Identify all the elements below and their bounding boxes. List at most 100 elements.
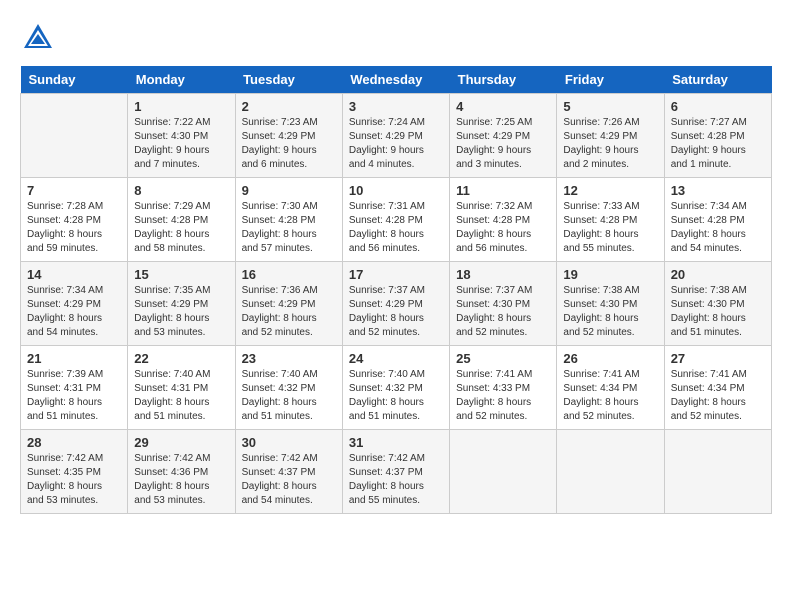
calendar-cell: 1 Sunrise: 7:22 AMSunset: 4:30 PMDaylight… xyxy=(128,94,235,178)
calendar-header: SundayMondayTuesdayWednesdayThursdayFrid… xyxy=(21,66,772,94)
day-info: Sunrise: 7:35 AMSunset: 4:29 PMDaylight:… xyxy=(134,284,228,340)
day-number: 19 xyxy=(563,267,657,282)
calendar-cell: 10 Sunrise: 7:31 AMSunset: 4:28 PMDayligh… xyxy=(342,178,449,262)
day-info: Sunrise: 7:41 AMSunset: 4:33 PMDaylight:… xyxy=(456,368,550,424)
column-header-monday: Monday xyxy=(128,66,235,94)
day-number: 15 xyxy=(134,267,228,282)
day-info: Sunrise: 7:38 AMSunset: 4:30 PMDaylight:… xyxy=(563,284,657,340)
day-info: Sunrise: 7:40 AMSunset: 4:32 PMDaylight:… xyxy=(242,368,336,424)
column-header-thursday: Thursday xyxy=(450,66,557,94)
day-info: Sunrise: 7:42 AMSunset: 4:35 PMDaylight:… xyxy=(27,452,121,508)
day-number: 6 xyxy=(671,99,765,114)
day-info: Sunrise: 7:38 AMSunset: 4:30 PMDaylight:… xyxy=(671,284,765,340)
calendar-cell: 25 Sunrise: 7:41 AMSunset: 4:33 PMDayligh… xyxy=(450,346,557,430)
calendar-cell: 30Sunrise: 7:42 AMSunset: 4:37 PMDayligh… xyxy=(235,430,342,514)
calendar-cell: 23 Sunrise: 7:40 AMSunset: 4:32 PMDayligh… xyxy=(235,346,342,430)
calendar-cell: 6 Sunrise: 7:27 AMSunset: 4:28 PMDaylight… xyxy=(664,94,771,178)
calendar-cell: 29 Sunrise: 7:42 AMSunset: 4:36 PMDayligh… xyxy=(128,430,235,514)
day-info: Sunrise: 7:26 AMSunset: 4:29 PMDaylight:… xyxy=(563,116,657,172)
day-number: 16 xyxy=(242,267,336,282)
day-info: Sunrise: 7:24 AMSunset: 4:29 PMDaylight:… xyxy=(349,116,443,172)
calendar-cell: 16 Sunrise: 7:36 AMSunset: 4:29 PMDayligh… xyxy=(235,262,342,346)
column-header-sunday: Sunday xyxy=(21,66,128,94)
week-row: 21Sunrise: 7:39 AMSunset: 4:31 PMDayligh… xyxy=(21,346,772,430)
week-row: 1 Sunrise: 7:22 AMSunset: 4:30 PMDaylight… xyxy=(21,94,772,178)
day-number: 29 xyxy=(134,435,228,450)
column-header-wednesday: Wednesday xyxy=(342,66,449,94)
calendar-cell: 27 Sunrise: 7:41 AMSunset: 4:34 PMDayligh… xyxy=(664,346,771,430)
calendar-table: SundayMondayTuesdayWednesdayThursdayFrid… xyxy=(20,66,772,514)
day-number: 9 xyxy=(242,183,336,198)
week-row: 14 Sunrise: 7:34 AMSunset: 4:29 PMDayligh… xyxy=(21,262,772,346)
day-number: 18 xyxy=(456,267,550,282)
calendar-cell: 17 Sunrise: 7:37 AMSunset: 4:29 PMDayligh… xyxy=(342,262,449,346)
day-info: Sunrise: 7:40 AMSunset: 4:32 PMDaylight:… xyxy=(349,368,443,424)
calendar-cell: 14 Sunrise: 7:34 AMSunset: 4:29 PMDayligh… xyxy=(21,262,128,346)
day-info: Sunrise: 7:37 AMSunset: 4:30 PMDaylight:… xyxy=(456,284,550,340)
day-info: Sunrise: 7:34 AMSunset: 4:28 PMDaylight:… xyxy=(671,200,765,256)
calendar-cell: 24 Sunrise: 7:40 AMSunset: 4:32 PMDayligh… xyxy=(342,346,449,430)
day-number: 10 xyxy=(349,183,443,198)
logo-icon xyxy=(20,20,56,56)
day-number: 26 xyxy=(563,351,657,366)
day-number: 27 xyxy=(671,351,765,366)
calendar-cell: 28 Sunrise: 7:42 AMSunset: 4:35 PMDayligh… xyxy=(21,430,128,514)
day-number: 24 xyxy=(349,351,443,366)
day-info: Sunrise: 7:31 AMSunset: 4:28 PMDaylight:… xyxy=(349,200,443,256)
calendar-cell xyxy=(450,430,557,514)
calendar-cell: 7Sunrise: 7:28 AMSunset: 4:28 PMDaylight… xyxy=(21,178,128,262)
calendar-cell: 13 Sunrise: 7:34 AMSunset: 4:28 PMDayligh… xyxy=(664,178,771,262)
day-number: 25 xyxy=(456,351,550,366)
day-info: Sunrise: 7:25 AMSunset: 4:29 PMDaylight:… xyxy=(456,116,550,172)
day-number: 4 xyxy=(456,99,550,114)
calendar-cell: 12 Sunrise: 7:33 AMSunset: 4:28 PMDayligh… xyxy=(557,178,664,262)
day-number: 22 xyxy=(134,351,228,366)
day-info: Sunrise: 7:34 AMSunset: 4:29 PMDaylight:… xyxy=(27,284,121,340)
calendar-cell: 3Sunrise: 7:24 AMSunset: 4:29 PMDaylight… xyxy=(342,94,449,178)
day-info: Sunrise: 7:32 AMSunset: 4:28 PMDaylight:… xyxy=(456,200,550,256)
day-number: 8 xyxy=(134,183,228,198)
calendar-cell: 20Sunrise: 7:38 AMSunset: 4:30 PMDayligh… xyxy=(664,262,771,346)
day-info: Sunrise: 7:28 AMSunset: 4:28 PMDaylight:… xyxy=(27,200,121,256)
day-number: 12 xyxy=(563,183,657,198)
day-number: 13 xyxy=(671,183,765,198)
calendar-cell: 11 Sunrise: 7:32 AMSunset: 4:28 PMDayligh… xyxy=(450,178,557,262)
calendar-cell: 9 Sunrise: 7:30 AMSunset: 4:28 PMDaylight… xyxy=(235,178,342,262)
day-number: 5 xyxy=(563,99,657,114)
day-number: 17 xyxy=(349,267,443,282)
calendar-cell: 18 Sunrise: 7:37 AMSunset: 4:30 PMDayligh… xyxy=(450,262,557,346)
day-info: Sunrise: 7:41 AMSunset: 4:34 PMDaylight:… xyxy=(671,368,765,424)
day-info: Sunrise: 7:37 AMSunset: 4:29 PMDaylight:… xyxy=(349,284,443,340)
day-number: 1 xyxy=(134,99,228,114)
calendar-cell: 8Sunrise: 7:29 AMSunset: 4:28 PMDaylight… xyxy=(128,178,235,262)
calendar-cell xyxy=(21,94,128,178)
column-header-saturday: Saturday xyxy=(664,66,771,94)
day-info: Sunrise: 7:42 AMSunset: 4:36 PMDaylight:… xyxy=(134,452,228,508)
day-info: Sunrise: 7:42 AMSunset: 4:37 PMDaylight:… xyxy=(242,452,336,508)
week-row: 7Sunrise: 7:28 AMSunset: 4:28 PMDaylight… xyxy=(21,178,772,262)
calendar-cell: 2 Sunrise: 7:23 AMSunset: 4:29 PMDaylight… xyxy=(235,94,342,178)
calendar-cell: 26Sunrise: 7:41 AMSunset: 4:34 PMDayligh… xyxy=(557,346,664,430)
calendar-cell xyxy=(557,430,664,514)
calendar-cell: 4 Sunrise: 7:25 AMSunset: 4:29 PMDaylight… xyxy=(450,94,557,178)
day-info: Sunrise: 7:39 AMSunset: 4:31 PMDaylight:… xyxy=(27,368,121,424)
day-number: 2 xyxy=(242,99,336,114)
calendar-cell: 21Sunrise: 7:39 AMSunset: 4:31 PMDayligh… xyxy=(21,346,128,430)
day-info: Sunrise: 7:30 AMSunset: 4:28 PMDaylight:… xyxy=(242,200,336,256)
day-info: Sunrise: 7:36 AMSunset: 4:29 PMDaylight:… xyxy=(242,284,336,340)
day-number: 28 xyxy=(27,435,121,450)
day-number: 14 xyxy=(27,267,121,282)
day-info: Sunrise: 7:23 AMSunset: 4:29 PMDaylight:… xyxy=(242,116,336,172)
day-info: Sunrise: 7:27 AMSunset: 4:28 PMDaylight:… xyxy=(671,116,765,172)
day-info: Sunrise: 7:22 AMSunset: 4:30 PMDaylight:… xyxy=(134,116,228,172)
day-number: 23 xyxy=(242,351,336,366)
column-header-tuesday: Tuesday xyxy=(235,66,342,94)
day-number: 31 xyxy=(349,435,443,450)
week-row: 28 Sunrise: 7:42 AMSunset: 4:35 PMDayligh… xyxy=(21,430,772,514)
day-info: Sunrise: 7:40 AMSunset: 4:31 PMDaylight:… xyxy=(134,368,228,424)
calendar-cell: 15 Sunrise: 7:35 AMSunset: 4:29 PMDayligh… xyxy=(128,262,235,346)
page-header xyxy=(20,20,772,56)
day-info: Sunrise: 7:33 AMSunset: 4:28 PMDaylight:… xyxy=(563,200,657,256)
column-header-friday: Friday xyxy=(557,66,664,94)
day-number: 11 xyxy=(456,183,550,198)
